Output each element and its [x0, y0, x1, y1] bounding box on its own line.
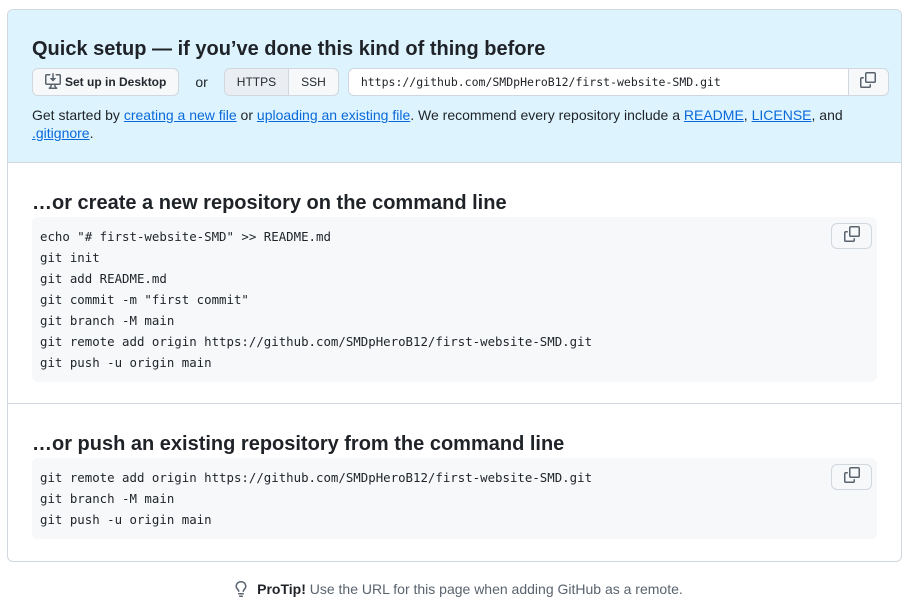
copy-icon: [860, 71, 877, 93]
readme-link[interactable]: README: [684, 107, 744, 123]
push-existing-code-block: git remote add origin https://github.com…: [32, 458, 877, 539]
new-repo-code[interactable]: echo "# first-website-SMD" >> README.md …: [40, 226, 869, 373]
protip: ProTip! Use the URL for this page when a…: [0, 580, 916, 598]
light-bulb-icon: [233, 581, 257, 597]
https-button[interactable]: HTTPS: [223, 68, 290, 96]
quick-setup-title: Quick setup — if you’ve done this kind o…: [32, 38, 546, 60]
clone-url-input[interactable]: [347, 68, 848, 96]
clone-url-group: [347, 68, 889, 96]
push-existing-title: …or push an existing repository from the…: [32, 433, 565, 455]
copy-icon: [843, 466, 860, 488]
quick-setup-container: Quick setup — if you’ve done this kind o…: [7, 9, 902, 562]
push-existing-section: …or push an existing repository from the…: [8, 404, 901, 539]
ssh-button[interactable]: SSH: [289, 68, 339, 96]
quick-setup-panel: Quick setup — if you’ve done this kind o…: [8, 10, 901, 163]
protip-text: Use the URL for this page when adding Gi…: [305, 581, 683, 597]
setup-row: Set up in Desktop or HTTPS SSH: [32, 68, 889, 96]
desktop-download-icon: [45, 72, 65, 92]
setup-desktop-button[interactable]: Set up in Desktop: [32, 68, 180, 96]
new-repo-title: …or create a new repository on the comma…: [32, 192, 507, 214]
upload-existing-file-link[interactable]: uploading an existing file: [257, 107, 410, 123]
copy-url-button[interactable]: [847, 68, 889, 96]
setup-desktop-label: Set up in Desktop: [65, 75, 167, 89]
getting-started-text: Get started by creating a new file or up…: [32, 107, 843, 141]
gitignore-link[interactable]: .gitignore: [32, 125, 90, 141]
new-repo-section: …or create a new repository on the comma…: [8, 163, 901, 404]
copy-new-repo-button[interactable]: [831, 223, 872, 249]
copy-push-existing-button[interactable]: [831, 464, 872, 490]
push-existing-code[interactable]: git remote add origin https://github.com…: [40, 467, 869, 530]
create-new-file-link[interactable]: creating a new file: [124, 107, 237, 123]
new-repo-code-block: echo "# first-website-SMD" >> README.md …: [32, 217, 877, 382]
or-text: or: [195, 74, 208, 90]
license-link[interactable]: LICENSE: [752, 107, 812, 123]
protocol-toggle: HTTPS SSH: [223, 68, 339, 96]
protip-label: ProTip!: [257, 581, 306, 597]
copy-icon: [843, 225, 860, 247]
